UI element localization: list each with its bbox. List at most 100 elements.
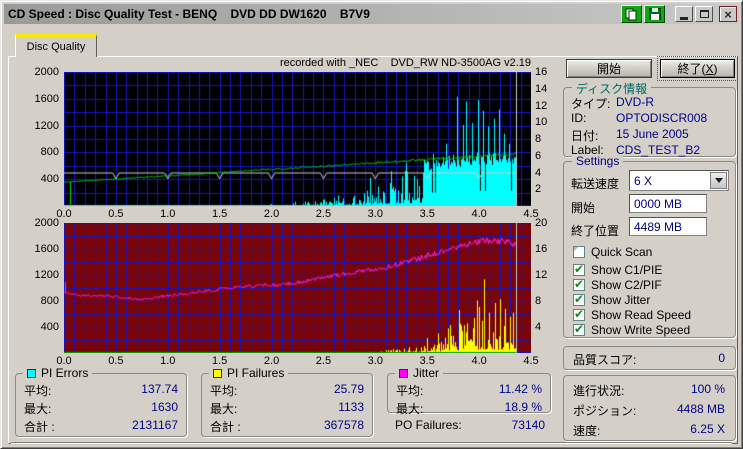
right-axis-tick: 12 xyxy=(535,99,548,112)
window-title: CD Speed : Disc Quality Test - BENQ DVD … xyxy=(8,7,370,21)
x-axis-tick: 1.0 xyxy=(160,208,176,220)
x-axis-tick: 4.0 xyxy=(471,355,487,367)
copy-button[interactable] xyxy=(621,5,642,23)
end-pos-field[interactable]: 4489 MB xyxy=(629,217,707,236)
stats-label: 平均: xyxy=(24,384,52,398)
x-axis-tick: 3.0 xyxy=(367,355,383,367)
left-axis-tick: 1200 xyxy=(34,269,59,281)
check-icon: ✔ xyxy=(574,277,585,291)
x-axis-tick: 0.5 xyxy=(108,355,124,367)
right-axis-tick: 4 xyxy=(535,321,542,333)
checkbox-label: Show Write Speed xyxy=(591,323,691,337)
checked-checkbox[interactable]: ✔ xyxy=(573,322,585,336)
checked-checkbox[interactable]: ✔ xyxy=(573,307,585,321)
quality-score-value: 0 xyxy=(718,351,725,365)
checked-checkbox[interactable]: ✔ xyxy=(573,277,585,291)
progress-value: 6.25 X xyxy=(690,422,725,436)
stats-value: 18.9 % xyxy=(504,400,542,414)
x-axis-tick: 4.0 xyxy=(471,208,487,220)
checkbox-row-show-jitter[interactable]: ✔ Show Jitter xyxy=(573,292,651,307)
checkbox-row-show-c2-pif[interactable]: ✔ Show C2/PIF xyxy=(573,277,662,292)
end-pos-label: 終了位置 xyxy=(571,224,620,238)
stats-box-pi-errors: PI Errors 平均: 137.74 最大: 1630 合計 : 2131167 xyxy=(15,366,187,437)
right-axis-tick: 20 xyxy=(535,217,548,229)
checked-checkbox[interactable]: ✔ xyxy=(573,292,585,306)
legend-square xyxy=(27,369,36,378)
progress-label: ポジション: xyxy=(573,404,637,418)
checkbox-row-quick-scan[interactable]: Quick Scan xyxy=(573,245,652,259)
stats-value: 11.42 % xyxy=(498,382,542,396)
tab-disc-quality[interactable]: Disc Quality xyxy=(15,34,97,57)
right-axis-tick: 16 xyxy=(535,243,548,255)
disc-info-value: OPTODISCR008 xyxy=(616,111,708,125)
start-pos-field[interactable]: 0000 MB xyxy=(629,194,707,213)
x-axis-tick: 2.0 xyxy=(263,208,280,220)
stats-label: 最大: xyxy=(24,402,52,416)
stats-value: 137.74 xyxy=(141,382,178,396)
progress-label: 進行状況: xyxy=(573,384,625,398)
right-axis-tick: 4 xyxy=(535,166,542,179)
check-icon: ✔ xyxy=(574,322,585,336)
maximize-button[interactable] xyxy=(695,6,713,22)
pif-chart-canvas xyxy=(64,223,531,353)
right-axis-tick: 14 xyxy=(535,82,548,95)
check-icon: ✔ xyxy=(574,292,585,306)
check-icon: ✔ xyxy=(574,307,585,321)
app-window: CD Speed : Disc Quality Test - BENQ DVD … xyxy=(0,0,743,449)
right-axis-tick: 6 xyxy=(535,149,542,162)
exit-button[interactable]: 終了(X) xyxy=(657,56,738,81)
left-axis-tick: 800 xyxy=(40,146,59,159)
x-axis-tick: 0.5 xyxy=(108,208,124,220)
settings-title: Settings xyxy=(572,154,624,168)
quality-score-label: 品質スコア: xyxy=(573,353,637,367)
stats-label: 合計 : xyxy=(24,420,55,434)
end-pos-value: 4489 MB xyxy=(634,219,683,234)
left-axis-tick: 1600 xyxy=(34,92,59,105)
stats-box-title: Jitter xyxy=(395,366,444,380)
minimize-button[interactable] xyxy=(675,6,693,22)
save-button[interactable] xyxy=(644,5,665,23)
start-pos-value: 0000 MB xyxy=(634,196,683,211)
left-axis-tick: 800 xyxy=(40,295,59,307)
stats-box-jitter: Jitter 平均: 11.42 % 最大: 18.9 % xyxy=(387,366,551,416)
title-bar[interactable]: CD Speed : Disc Quality Test - BENQ DVD … xyxy=(4,4,739,24)
checkbox-row-show-write-speed[interactable]: ✔ Show Write Speed xyxy=(573,322,691,337)
stats-label: 平均: xyxy=(210,384,238,398)
left-axis-tick: 2000 xyxy=(34,217,59,229)
checkbox-label: Show Jitter xyxy=(591,293,651,307)
disc-info-value: 15 June 2005 xyxy=(616,127,689,141)
right-axis-tick: 10 xyxy=(535,116,548,129)
legend-square xyxy=(399,369,408,378)
legend-square xyxy=(213,369,222,378)
left-axis-tick: 400 xyxy=(40,173,59,186)
bottom-divider xyxy=(11,442,732,444)
x-axis-tick: 1.5 xyxy=(212,208,228,220)
stats-label: 最大: xyxy=(210,402,238,416)
checkbox-row-show-read-speed[interactable]: ✔ Show Read Speed xyxy=(573,307,692,322)
close-icon: × xyxy=(724,6,732,22)
checkbox-label: Show C1/PIE xyxy=(591,263,663,277)
checkbox-row-show-c1-pie[interactable]: ✔ Show C1/PIE xyxy=(573,262,663,277)
stats-label: 平均: xyxy=(396,384,424,398)
progress-value: 100 % xyxy=(690,382,725,396)
progress-value: 4488 MB xyxy=(676,402,725,416)
right-axis-tick: 8 xyxy=(535,295,542,307)
start-button[interactable]: 開始 xyxy=(566,59,652,78)
checkbox-label: Quick Scan xyxy=(591,245,653,259)
checkbox-label: Show Read Speed xyxy=(591,308,692,322)
disc-info-label: タイプ: xyxy=(571,97,611,111)
checked-checkbox[interactable]: ✔ xyxy=(573,262,585,276)
x-axis-tick: 3.0 xyxy=(367,208,383,220)
start-button-label: 開始 xyxy=(596,62,621,76)
speed-combobox[interactable]: 6 X xyxy=(629,170,729,191)
chevron-down-icon[interactable] xyxy=(710,172,727,189)
checkbox-label: Show C2/PIF xyxy=(591,278,662,292)
stats-value: 1630 xyxy=(151,400,178,414)
exit-button-label: 終了(X) xyxy=(677,62,718,76)
stats-value: 25.79 xyxy=(333,382,364,396)
disc-info-label: 日付: xyxy=(571,129,599,143)
stats-label: 最大: xyxy=(396,402,424,416)
close-button[interactable]: × xyxy=(719,6,737,22)
unchecked-checkbox[interactable] xyxy=(573,246,585,258)
check-icon: ✔ xyxy=(574,262,585,276)
